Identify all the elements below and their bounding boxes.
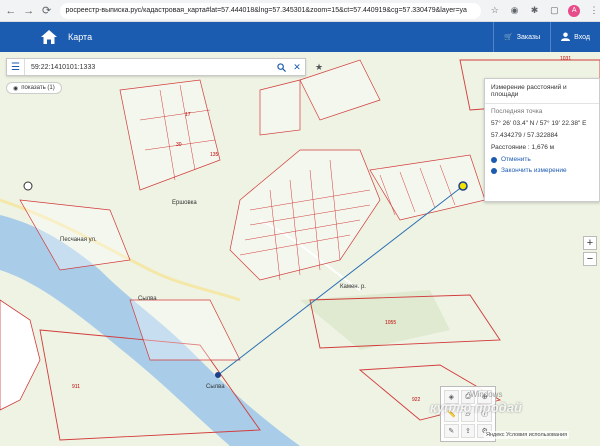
show-results-button[interactable]: ◉ показать (1) bbox=[6, 82, 62, 94]
zoom-in-button[interactable]: + bbox=[583, 236, 597, 250]
coords-decimal: 57.434279 / 57.322884 bbox=[491, 132, 558, 139]
label-river-2: Сылва bbox=[206, 384, 225, 390]
distance-value: 1,676 м bbox=[531, 144, 555, 151]
window-icon[interactable]: ▢ bbox=[548, 5, 560, 17]
profile-avatar[interactable]: A bbox=[568, 4, 581, 17]
home-icon[interactable] bbox=[38, 26, 60, 48]
parcel-label-922: 922 bbox=[412, 397, 421, 403]
puzzle-icon[interactable]: ✱ bbox=[529, 5, 541, 17]
star-bookmark-icon[interactable]: ☆ bbox=[489, 5, 501, 17]
share-icon[interactable]: ⇪ bbox=[460, 424, 476, 438]
finish-measure-button[interactable]: Закончить измерение bbox=[491, 167, 593, 174]
star-icon[interactable]: ★ bbox=[312, 60, 326, 74]
parcel-label-30: 30 bbox=[176, 142, 182, 148]
coords-dms: 57° 26' 03.4" N / 57° 19' 22.38" E bbox=[491, 120, 587, 127]
close-icon[interactable]: ✕ bbox=[289, 59, 305, 75]
parcel-label-135: 135 bbox=[210, 152, 219, 158]
windows-activation-text: Windows bbox=[470, 390, 503, 399]
measure-panel: Измерение расстояний и площади Последняя… bbox=[484, 78, 600, 202]
cart-icon: 🛒 bbox=[504, 34, 513, 41]
parcel-label-1031: 1031 bbox=[560, 56, 572, 62]
search-icon[interactable] bbox=[273, 59, 289, 75]
orders-button[interactable]: 🛒 Заказы bbox=[493, 22, 550, 52]
label-road: Песчаная ул. bbox=[60, 237, 97, 243]
cancel-icon bbox=[491, 156, 497, 163]
label-village: Ершовка bbox=[172, 200, 197, 206]
orders-label: Заказы bbox=[516, 33, 541, 41]
field-area bbox=[300, 290, 450, 350]
watermark: куплю продай bbox=[430, 400, 522, 415]
parcel-label-911: 911 bbox=[72, 384, 80, 390]
distance-row: Расстояние : 1,676 м bbox=[491, 144, 593, 151]
last-point-label: Последняя точка bbox=[491, 108, 543, 115]
reload-icon[interactable]: ⟳ bbox=[40, 4, 54, 18]
avatar-letter: A bbox=[571, 7, 577, 14]
cancel-label: Отменить bbox=[501, 156, 531, 163]
more-icon[interactable]: ⋮ bbox=[588, 5, 600, 17]
browser-toolbar: ← → ⟳ росреестр-выписка.рус/кадастровая_… bbox=[0, 0, 600, 22]
login-button[interactable]: Вход bbox=[550, 22, 600, 52]
extension-icon[interactable]: ◉ bbox=[509, 5, 521, 17]
parcel-label-17: 17 bbox=[185, 112, 191, 118]
parcel-shape bbox=[0, 299, 41, 411]
user-icon bbox=[561, 31, 571, 43]
pen-icon[interactable]: ✎ bbox=[444, 424, 459, 438]
map-marker[interactable] bbox=[23, 181, 33, 191]
finish-label: Закончить измерение bbox=[501, 167, 567, 174]
search-bar: ☰ 59:22:1410101:1333 ✕ bbox=[6, 58, 306, 76]
measure-end-point[interactable] bbox=[458, 181, 468, 191]
label-river-1: Сылва bbox=[138, 296, 157, 302]
app-title: Карта bbox=[68, 32, 93, 42]
app-header: Карта 🛒 Заказы Вход bbox=[0, 22, 600, 52]
search-input[interactable]: 59:22:1410101:1333 bbox=[31, 64, 273, 71]
check-icon bbox=[491, 167, 497, 174]
address-bar[interactable]: росреестр-выписка.рус/кадастровая_карта#… bbox=[59, 2, 481, 19]
label-kamen: Камен. р. bbox=[340, 284, 366, 290]
map-attribution[interactable]: Яндекс Условия использования bbox=[484, 431, 570, 439]
show-results-label: показать (1) bbox=[21, 85, 55, 91]
measure-panel-title: Измерение расстояний и площади bbox=[485, 79, 599, 104]
measure-start-point[interactable] bbox=[215, 372, 221, 378]
distance-label: Расстояние : bbox=[491, 144, 530, 151]
parcel-label-1055: 1055 bbox=[385, 320, 397, 326]
back-icon[interactable]: ← bbox=[4, 4, 18, 18]
zoom-out-button[interactable]: − bbox=[583, 252, 597, 266]
forward-icon[interactable]: → bbox=[22, 4, 36, 18]
url-text: росреестр-выписка.рус/кадастровая_карта#… bbox=[65, 7, 467, 14]
cancel-measure-button[interactable]: Отменить bbox=[491, 156, 593, 163]
login-label: Вход bbox=[574, 33, 590, 41]
eye-icon: ◉ bbox=[13, 85, 19, 92]
menu-icon[interactable]: ☰ bbox=[7, 59, 25, 75]
